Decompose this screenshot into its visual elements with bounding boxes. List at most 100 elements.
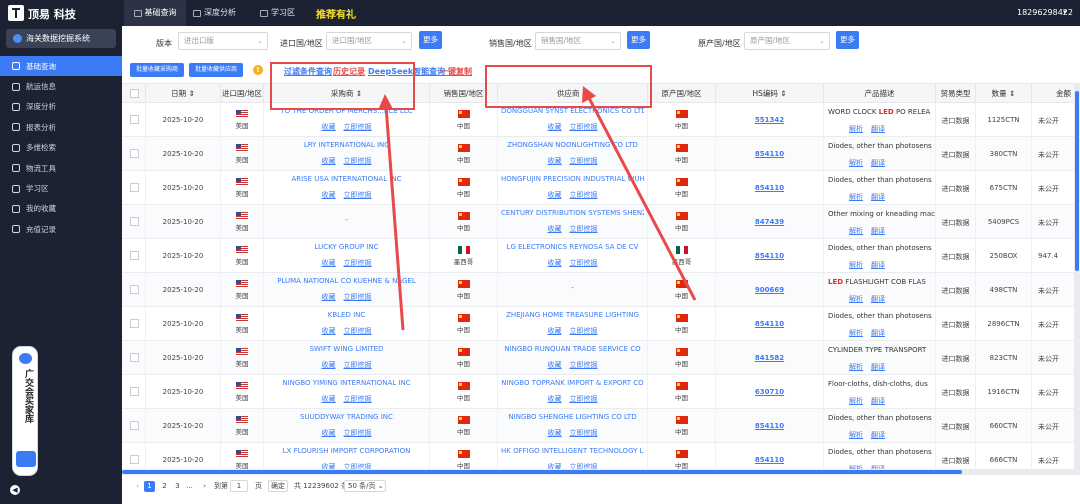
translate-link[interactable]: 翻译 <box>871 159 885 167</box>
collect-buyer-link[interactable]: 收藏 <box>322 429 336 437</box>
mine-supplier-link[interactable]: 立即挖掘 <box>570 395 598 403</box>
buyer-name[interactable]: NINGBO YIMING INTERNATIONAL INC <box>267 379 426 387</box>
mine-buyer-link[interactable]: 立即挖掘 <box>344 191 372 199</box>
supplier-name[interactable]: NINGBO RUNQUAN TRADE SERVICE CO <box>501 345 644 353</box>
mine-buyer-link[interactable]: 立即挖掘 <box>344 361 372 369</box>
collect-supplier-link[interactable]: 收藏 <box>548 123 562 131</box>
hs-code-link[interactable]: 854110 <box>716 252 823 260</box>
buyer-name[interactable]: PLUMA NATIONAL CO KUEHNE & NAGEL <box>267 277 426 285</box>
select-all-checkbox[interactable] <box>130 89 139 98</box>
buyer-name[interactable]: - <box>267 216 426 224</box>
collect-buyer-link[interactable]: 收藏 <box>322 123 336 131</box>
collect-supplier-link[interactable]: 收藏 <box>548 157 562 165</box>
canton-fair-buyers-widget[interactable]: 广交会买家库 <box>12 346 38 476</box>
prev-page-icon[interactable]: ‹ <box>132 481 143 492</box>
hs-code-link[interactable]: 847439 <box>716 218 823 226</box>
page-ellipsis[interactable]: ... <box>184 481 195 492</box>
translate-link[interactable]: 翻译 <box>871 261 885 269</box>
sales-more-button[interactable]: 更多 <box>627 31 650 49</box>
collect-supplier-link[interactable]: 收藏 <box>548 225 562 233</box>
sidebar-item-shipping[interactable]: 航运信息 <box>0 76 122 96</box>
mine-buyer-link[interactable]: 立即挖掘 <box>344 293 372 301</box>
row-checkbox[interactable] <box>130 251 139 260</box>
hs-code-link[interactable]: 854110 <box>716 422 823 430</box>
parse-link[interactable]: 解析 <box>849 227 863 235</box>
collect-buyer-link[interactable]: 收藏 <box>322 293 336 301</box>
sidebar-item-deep-analysis[interactable]: 深度分析 <box>0 97 122 117</box>
sidebar-item-multi-search[interactable]: 多维检索 <box>0 138 122 158</box>
collect-supplier-link[interactable]: 收藏 <box>548 361 562 369</box>
translate-link[interactable]: 翻译 <box>871 329 885 337</box>
row-checkbox[interactable] <box>130 217 139 226</box>
tab-basic-query[interactable]: 基础查询 <box>124 0 186 26</box>
translate-link[interactable]: 翻译 <box>871 363 885 371</box>
mine-supplier-link[interactable]: 立即挖掘 <box>570 191 598 199</box>
translate-link[interactable]: 翻译 <box>871 431 885 439</box>
row-checkbox[interactable] <box>130 319 139 328</box>
scroll-thumb[interactable] <box>122 470 962 474</box>
page-size-select[interactable]: 50 条/页 ⌄ <box>344 480 386 492</box>
horizontal-scrollbar[interactable] <box>122 469 1080 475</box>
collect-supplier-link[interactable]: 收藏 <box>548 259 562 267</box>
collect-buyer-link[interactable]: 收藏 <box>322 395 336 403</box>
sidebar-item-recharge[interactable]: 充值记录 <box>0 219 122 239</box>
row-checkbox[interactable] <box>130 455 139 464</box>
sidebar-item-logistics[interactable]: 物流工具 <box>0 158 122 178</box>
buyer-name[interactable]: LUCKY GROUP INC <box>267 243 426 251</box>
collapse-sidebar-icon[interactable]: ◀ <box>10 485 20 495</box>
col-quantity[interactable]: 数量 ⇕ <box>976 84 1032 104</box>
buyer-name[interactable]: LRY INTERNATIONAL INC <box>267 141 426 149</box>
parse-link[interactable]: 解析 <box>849 125 863 133</box>
collect-buyer-link[interactable]: 收藏 <box>322 361 336 369</box>
parse-link[interactable]: 解析 <box>849 193 863 201</box>
supplier-name[interactable]: HK OFFIGO INTELLIGENT TECHNOLOGY LI <box>501 447 644 455</box>
batch-collect-buyers-button[interactable]: 批量收藏采购商 <box>130 63 184 77</box>
tab-deep-analysis[interactable]: 深度分析 <box>193 0 236 26</box>
goto-page-input[interactable]: 1 <box>230 480 248 492</box>
info-icon[interactable]: ! <box>253 65 263 75</box>
supplier-name[interactable]: CENTURY DISTRIBUTION SYSTEMS SHENZ <box>501 209 644 217</box>
sort-icon[interactable]: ⇕ <box>780 89 786 98</box>
parse-link[interactable]: 解析 <box>849 397 863 405</box>
mine-supplier-link[interactable]: 立即挖掘 <box>570 429 598 437</box>
batch-collect-suppliers-button[interactable]: 批量收藏供应商 <box>189 63 243 77</box>
version-select[interactable]: 进出口版 ⌄ <box>178 32 268 50</box>
hs-code-link[interactable]: 854110 <box>716 456 823 464</box>
supplier-name[interactable]: ZHONGSHAN NOONLIGHTING CO LTD <box>501 141 644 149</box>
mine-buyer-link[interactable]: 立即挖掘 <box>344 123 372 131</box>
import-more-button[interactable]: 更多 <box>419 31 442 49</box>
mine-supplier-link[interactable]: 立即挖掘 <box>570 259 598 267</box>
hs-code-link[interactable]: 854110 <box>716 320 823 328</box>
parse-link[interactable]: 解析 <box>849 363 863 371</box>
collect-buyer-link[interactable]: 收藏 <box>322 259 336 267</box>
supplier-name[interactable]: DONGGUAN SYNST ELECTRONICS CO LTD <box>501 107 644 115</box>
origin-more-button[interactable]: 更多 <box>836 31 859 49</box>
row-checkbox[interactable] <box>130 421 139 430</box>
mine-supplier-link[interactable]: 立即挖掘 <box>570 157 598 165</box>
mine-supplier-link[interactable]: 立即挖掘 <box>570 327 598 335</box>
parse-link[interactable]: 解析 <box>849 159 863 167</box>
hs-code-link[interactable]: 551342 <box>716 116 823 124</box>
hs-code-link[interactable]: 854110 <box>716 184 823 192</box>
col-date[interactable]: 日期 ⇕ <box>146 84 221 104</box>
sort-icon[interactable]: ⇕ <box>189 89 195 98</box>
collect-supplier-link[interactable]: 收藏 <box>548 191 562 199</box>
mine-supplier-link[interactable]: 立即挖掘 <box>570 361 598 369</box>
mine-buyer-link[interactable]: 立即挖掘 <box>344 157 372 165</box>
hs-code-link[interactable]: 900669 <box>716 286 823 294</box>
row-checkbox[interactable] <box>130 115 139 124</box>
buyer-name[interactable]: KBLED INC <box>267 311 426 319</box>
mine-buyer-link[interactable]: 立即挖掘 <box>344 259 372 267</box>
mine-buyer-link[interactable]: 立即挖掘 <box>344 327 372 335</box>
row-checkbox[interactable] <box>130 149 139 158</box>
sidebar-item-favorites[interactable]: 我的收藏 <box>0 199 122 219</box>
mine-supplier-link[interactable]: 立即挖掘 <box>570 225 598 233</box>
row-checkbox[interactable] <box>130 387 139 396</box>
mine-supplier-link[interactable]: 立即挖掘 <box>570 123 598 131</box>
mine-buyer-link[interactable]: 立即挖掘 <box>344 429 372 437</box>
collect-buyer-link[interactable]: 收藏 <box>322 157 336 165</box>
translate-link[interactable]: 翻译 <box>871 397 885 405</box>
supplier-name[interactable]: ZHEJIANG HOME TREASURE LIGHTING <box>501 311 644 319</box>
row-checkbox[interactable] <box>130 183 139 192</box>
row-checkbox[interactable] <box>130 285 139 294</box>
